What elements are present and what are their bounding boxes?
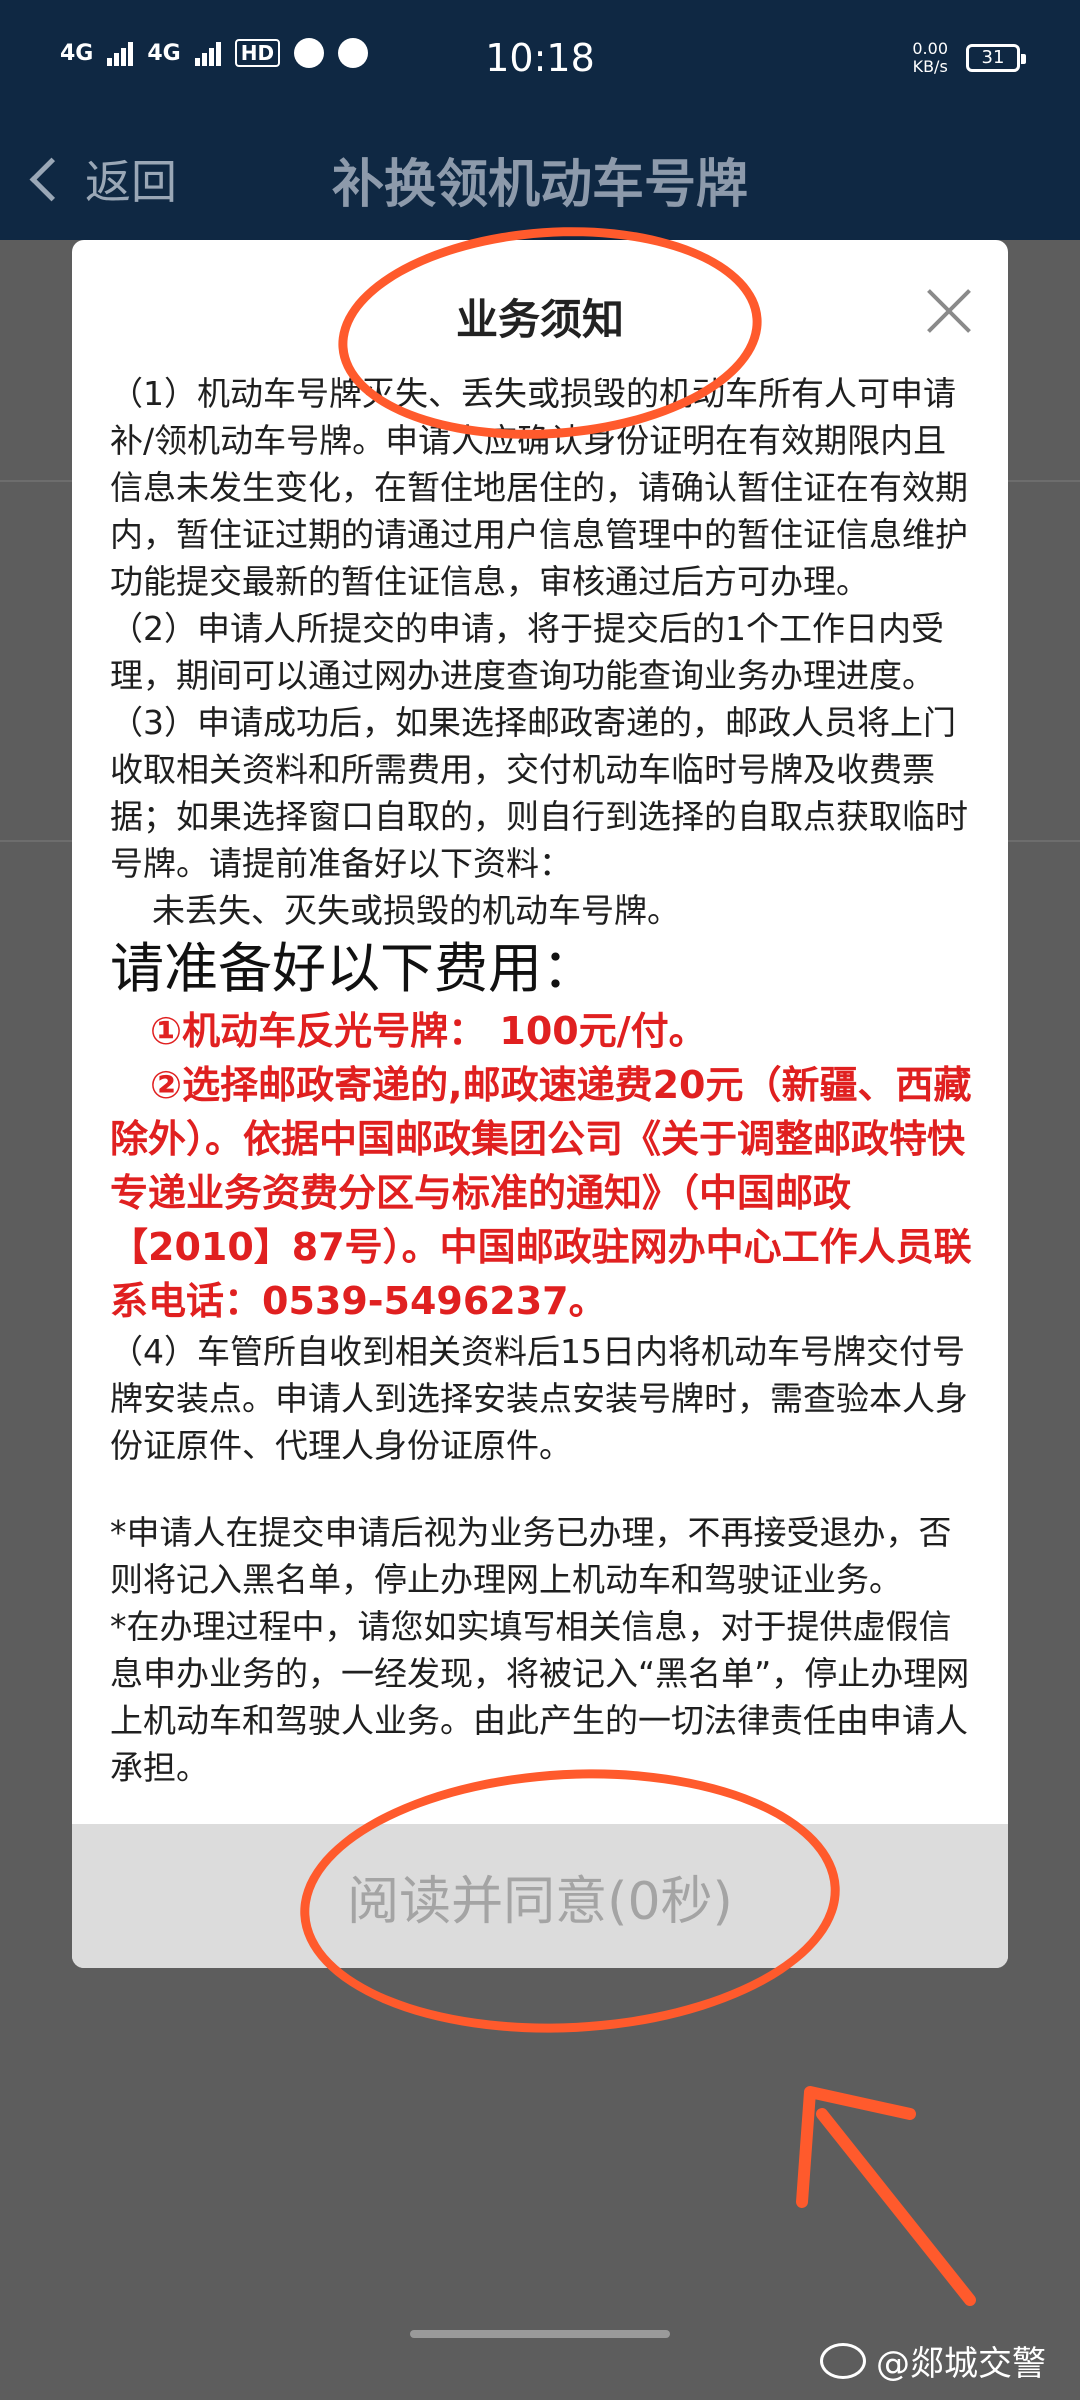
- notice-paragraph-4: （4）车管所自收到相关资料后15日内将机动车号牌交付号牌安装点。申请人到选择安装…: [110, 1332, 968, 1465]
- app-header: 返回 补换领机动车号牌: [0, 120, 1080, 240]
- notice-paragraph-2: （2）申请人所提交的申请，将于提交后的1个工作日内受理，期间可以通过网办进度查询…: [110, 609, 944, 695]
- close-icon[interactable]: [926, 288, 972, 334]
- notice-content: （1）机动车号牌灭失、丢失或损毁的机动车所有人可申请补/领机动车号牌。申请人应确…: [110, 370, 974, 1791]
- speed-unit: KB/s: [912, 57, 948, 76]
- weibo-icon: [820, 2342, 866, 2379]
- notice-paragraph-3: （3）申请成功后，如果选择邮政寄递的，邮政人员将上门收取相关资料和所需费用，交付…: [110, 703, 968, 883]
- watermark-text: @郯城交警: [876, 2344, 1046, 2384]
- annotation-arrow-icon: [796, 2086, 976, 2306]
- network-speed: 0.00 KB/s: [912, 40, 948, 76]
- required-item: 未丢失、灭失或损毁的机动车号牌。: [152, 891, 680, 930]
- battery-icon: 31: [966, 44, 1026, 72]
- status-bar: 4G 4G HD 10:18 0.00 KB/s 31: [0, 0, 1080, 120]
- fee-item-2: ②选择邮政寄递的,邮政速递费20元（新疆、西藏除外）。依据中国邮政集团公司《关于…: [110, 1063, 972, 1323]
- speed-value: 0.00: [912, 39, 948, 58]
- fee-item-1: ①机动车反光号牌： 100元/付。: [150, 1009, 707, 1053]
- fee-heading: 请准备好以下费用：: [110, 937, 596, 1000]
- warning-note-2: *在办理过程中，请您如实填写相关信息，对于提供虚假信息申办业务的，一经发现，将被…: [110, 1607, 970, 1787]
- watermark: @郯城交警: [820, 2336, 1046, 2385]
- page-title: 补换领机动车号牌: [331, 155, 748, 215]
- notice-dialog: 业务须知 （1）机动车号牌灭失、丢失或损毁的机动车所有人可申请补/领机动车号牌。…: [72, 240, 1008, 1968]
- warning-note-1: *申请人在提交申请后视为业务已办理，不再接受退办，否则将记入黑名单，停止办理网上…: [110, 1513, 952, 1599]
- home-indicator: [410, 2330, 670, 2338]
